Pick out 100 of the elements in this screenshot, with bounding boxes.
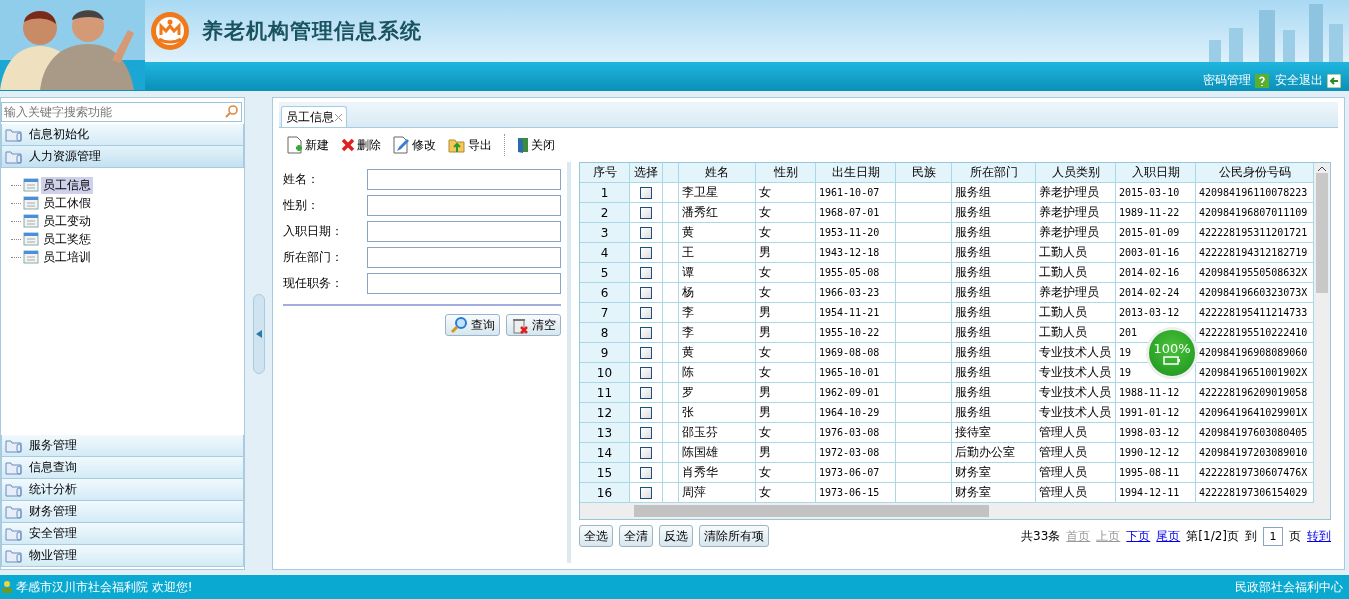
table-cell: 女 xyxy=(756,263,816,282)
checkbox[interactable] xyxy=(640,266,652,279)
horizontal-scrollbar[interactable] xyxy=(580,503,1330,519)
search-button[interactable]: 查询 xyxy=(445,314,500,336)
menu-group[interactable]: 财务管理 xyxy=(1,501,244,523)
checkbox[interactable] xyxy=(640,306,652,319)
input-field[interactable] xyxy=(366,272,561,294)
search-field[interactable]: 输入关键字搜索功能 xyxy=(1,102,242,122)
scroll-up-icon[interactable] xyxy=(1318,166,1326,171)
goto-label: 到 xyxy=(1245,527,1257,545)
table-cell: 专业技术人员 xyxy=(1036,343,1116,362)
menu-group[interactable]: 信息初始化 xyxy=(1,124,244,146)
new-document-icon xyxy=(287,136,303,154)
door-icon xyxy=(517,137,529,153)
welcome-text: 孝感市汉川市社会福利院 欢迎您! xyxy=(16,578,193,596)
folder-icon xyxy=(5,548,23,563)
column-header: 人员类别 xyxy=(1036,163,1116,182)
row-number: 7 xyxy=(580,303,630,322)
table-cell: 养老护理员 xyxy=(1036,183,1116,202)
grid-button[interactable]: 清除所有项 xyxy=(699,525,769,547)
table-cell: 422228194312182719 xyxy=(1196,243,1314,262)
checkbox[interactable] xyxy=(640,326,652,339)
close-icon[interactable] xyxy=(335,113,342,121)
table-cell: 工勤人员 xyxy=(1036,323,1116,342)
row-number: 9 xyxy=(580,343,630,362)
clear-button[interactable]: 清空 xyxy=(506,314,561,336)
input-field[interactable] xyxy=(366,168,561,190)
help-icon xyxy=(1255,73,1269,88)
table-cell: 黄 xyxy=(679,223,756,242)
toolbar-button[interactable]: 删除 xyxy=(341,136,381,154)
table-cell: 女 xyxy=(756,223,816,242)
tree-item[interactable]: 员工信息 xyxy=(41,176,93,194)
menu-group[interactable]: 统计分析 xyxy=(1,479,244,501)
menu-group[interactable]: 人力资源管理 xyxy=(1,146,244,168)
folder-icon xyxy=(5,438,23,453)
pager-link[interactable]: 下页 xyxy=(1126,527,1151,545)
tab[interactable]: 员工信息 xyxy=(281,106,347,127)
checkbox[interactable] xyxy=(640,206,652,219)
input-field[interactable] xyxy=(366,220,561,242)
grid-button[interactable]: 全选 xyxy=(579,525,613,547)
table-cell: 财务室 xyxy=(952,463,1036,482)
input-field[interactable] xyxy=(366,194,561,216)
checkbox[interactable] xyxy=(640,246,652,259)
tree-item[interactable]: 员工培训 xyxy=(41,248,93,266)
row-number: 3 xyxy=(580,223,630,242)
checkbox[interactable] xyxy=(640,406,652,419)
checkbox[interactable] xyxy=(640,226,652,239)
table-cell: 管理人员 xyxy=(1036,443,1116,462)
menu-group[interactable]: 服务管理 xyxy=(1,435,244,457)
checkbox[interactable] xyxy=(640,286,652,299)
toolbar-button[interactable]: 修改 xyxy=(393,136,436,154)
folder-icon xyxy=(5,149,23,164)
checkbox[interactable] xyxy=(640,446,652,459)
menu-group[interactable]: 安全管理 xyxy=(1,523,244,545)
page-input[interactable]: 1 xyxy=(1263,526,1283,546)
grid-button[interactable]: 反选 xyxy=(659,525,693,547)
table-cell: 420984197603080405 xyxy=(1196,423,1314,442)
input-field[interactable] xyxy=(366,246,561,268)
checkbox[interactable] xyxy=(640,426,652,439)
table-cell: 422228195411214733 xyxy=(1196,303,1314,322)
table-cell: 李 xyxy=(679,303,756,322)
table-cell: 服务组 xyxy=(952,383,1036,402)
checkbox[interactable] xyxy=(640,386,652,399)
column-header: 民族 xyxy=(896,163,952,182)
page-unit: 页 xyxy=(1289,527,1301,545)
table-cell: 养老护理员 xyxy=(1036,283,1116,302)
edit-icon xyxy=(393,136,410,154)
document-icon xyxy=(23,250,39,264)
table-cell: 女 xyxy=(756,483,816,502)
table-cell: 42098419651001902X xyxy=(1196,363,1314,382)
table-cell: 管理人员 xyxy=(1036,423,1116,442)
table-cell: 420984196110078223 xyxy=(1196,183,1314,202)
checkbox[interactable] xyxy=(640,186,652,199)
table-cell: 陈国雄 xyxy=(679,443,756,462)
table-cell: 谭 xyxy=(679,263,756,282)
field-label: 现任职务： xyxy=(283,274,344,292)
table-cell: 财务室 xyxy=(952,483,1036,502)
grid-button[interactable]: 全清 xyxy=(619,525,653,547)
toolbar-button[interactable]: 新建 xyxy=(287,136,329,154)
tree-item[interactable]: 员工奖惩 xyxy=(41,230,93,248)
pager-link[interactable]: 尾页 xyxy=(1156,527,1181,545)
column-header: 序号 xyxy=(580,163,630,182)
tree-item[interactable]: 员工变动 xyxy=(41,212,93,230)
field-label: 姓名： xyxy=(283,170,320,188)
table-cell: 女 xyxy=(756,423,816,442)
menu-group[interactable]: 物业管理 xyxy=(1,545,244,567)
checkbox[interactable] xyxy=(640,346,652,359)
toolbar-button[interactable]: 导出 xyxy=(448,136,492,154)
tree-item[interactable]: 员工休假 xyxy=(41,194,93,212)
collapse-handle[interactable] xyxy=(252,293,265,374)
table-cell: 服务组 xyxy=(952,243,1036,262)
checkbox[interactable] xyxy=(640,366,652,379)
row-number: 10 xyxy=(580,363,630,382)
checkbox[interactable] xyxy=(640,466,652,479)
toolbar-button[interactable]: 关闭 xyxy=(517,136,555,154)
menu-group[interactable]: 信息查询 xyxy=(1,457,244,479)
vertical-scrollbar[interactable] xyxy=(1314,163,1330,503)
goto-link[interactable]: 转到 xyxy=(1307,527,1331,545)
checkbox[interactable] xyxy=(640,486,652,499)
table-cell: 420984197203089010 xyxy=(1196,443,1314,462)
